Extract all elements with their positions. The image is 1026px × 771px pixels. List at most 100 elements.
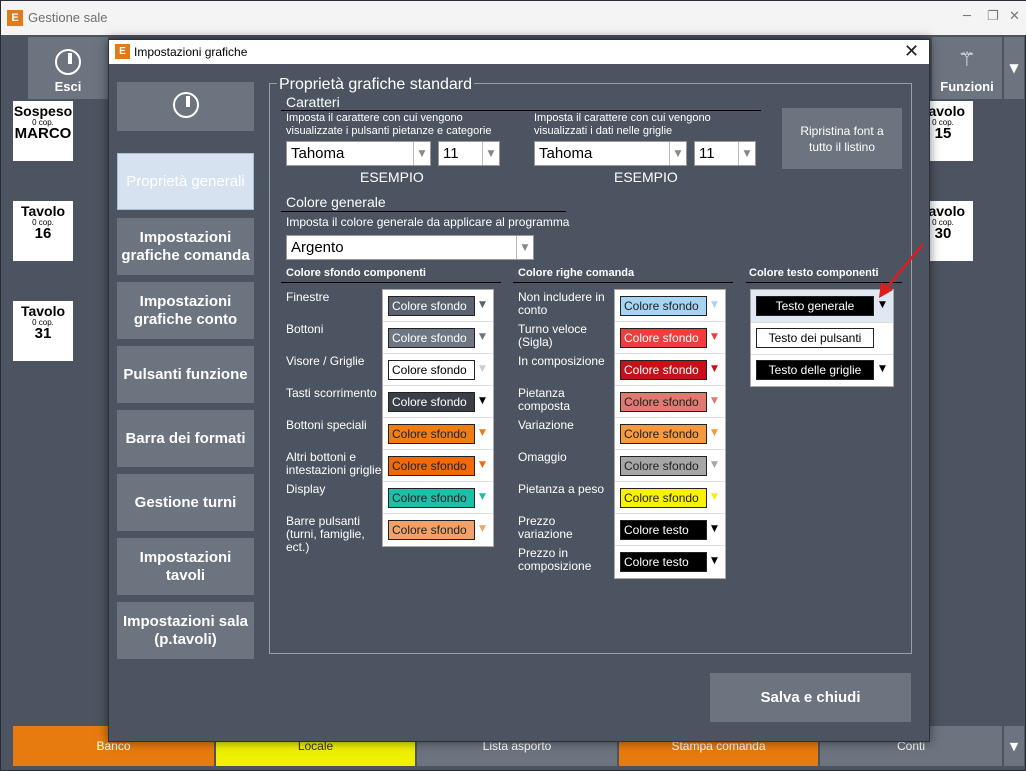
nav-proprieta-generali[interactable]: Proprietà generali: [117, 153, 254, 210]
chevron-down-icon[interactable]: ▼: [479, 492, 486, 502]
buttons-font-select[interactable]: Tahoma ▼: [286, 141, 431, 166]
grid-font-example: ESEMPIO: [614, 169, 678, 185]
color-swatch-bottoni[interactable]: Colore sfondo: [388, 328, 475, 348]
chevron-down-icon[interactable]: ▼: [711, 556, 718, 566]
nav-barra-dei-formati[interactable]: Barra dei formati: [117, 410, 254, 467]
chevron-down-icon: ▼: [669, 142, 686, 165]
grid-font-select[interactable]: Tahoma ▼: [534, 141, 687, 166]
row-label-bottoni: Bottoni: [286, 322, 324, 336]
buttons-size-select[interactable]: 11 ▼: [438, 141, 500, 166]
chevron-down-icon[interactable]: ▼: [711, 332, 718, 342]
color-swatch-altri-bottoni[interactable]: Colore sfondo: [388, 456, 475, 476]
color-swatch-display[interactable]: Colore sfondo: [388, 488, 475, 508]
buttons-font-value: Tahoma: [291, 145, 345, 162]
row-label-omaggio: Omaggio: [518, 450, 567, 464]
color-swatch-bottoni-speciali[interactable]: Colore sfondo: [388, 424, 475, 444]
chevron-down-icon[interactable]: ▼: [711, 300, 718, 310]
divider: [615, 481, 725, 482]
group-title: Proprietà grafiche standard: [277, 76, 474, 94]
restore-icon[interactable]: ❐: [987, 9, 999, 24]
chevron-down-icon[interactable]: ▼: [479, 460, 486, 470]
funzioni-button[interactable]: ⚚ Funzioni: [932, 37, 1002, 99]
color-swatch-barre-pulsanti[interactable]: Colore sfondo: [388, 520, 475, 540]
row-label-bottoni-speciali: Bottoni speciali: [286, 418, 367, 432]
nav-impostazioni-sala[interactable]: Impostazioni sala (p.tavoli): [117, 602, 254, 659]
table-number: MARCO: [14, 125, 72, 142]
color-swatch-pietanza-composta[interactable]: Colore sfondo: [620, 392, 707, 412]
chevron-down-icon[interactable]: ▼: [711, 492, 718, 502]
chevron-down-icon[interactable]: ▼: [479, 332, 486, 342]
row-label-pietanza-composta: Pietanza composta: [518, 386, 571, 413]
chevron-down-icon[interactable]: ▼: [479, 428, 486, 438]
color-swatch-turno-veloce[interactable]: Colore sfondo: [620, 328, 707, 348]
divider: [615, 417, 725, 418]
divider: [751, 354, 893, 355]
nav-pulsanti-funzione[interactable]: Pulsanti funzione: [117, 346, 254, 403]
dialog-title: Impostazioni grafiche: [134, 45, 248, 59]
funzioni-dropdown-arrow[interactable]: ▼: [1004, 37, 1024, 99]
grid-font-desc: Imposta il carattere con cui vengono vis…: [534, 112, 711, 137]
nav-impostazioni-grafiche-conto[interactable]: Impostazioni grafiche conto: [117, 282, 254, 339]
row-label-non-includere: Non includere in conto: [518, 290, 605, 317]
chevron-down-icon[interactable]: ▼: [711, 396, 718, 406]
divider: [383, 321, 493, 322]
grid-size-value: 11: [699, 145, 715, 162]
color-swatch-testo-generale[interactable]: Testo generale: [756, 296, 874, 316]
color-swatch-finestre[interactable]: Colore sfondo: [388, 296, 475, 316]
row-label-barre-pulsanti: Barre pulsanti (turni, famiglie, ect.): [286, 514, 365, 554]
row-label-prezzo-composizione: Prezzo in composizione: [518, 546, 592, 573]
color-swatch-tasti-scorrimento[interactable]: Colore sfondo: [388, 392, 475, 412]
grid-size-select[interactable]: 11 ▼: [694, 141, 756, 166]
color-swatch-non-includere[interactable]: Colore sfondo: [620, 296, 707, 316]
divider: [383, 385, 493, 386]
nav-impostazioni-tavoli[interactable]: Impostazioni tavoli: [117, 538, 254, 595]
caratteri-title: Caratteri: [286, 94, 340, 110]
chevron-down-icon[interactable]: ▼: [711, 524, 718, 534]
chevron-down-icon[interactable]: ▼: [479, 300, 486, 310]
divider: [615, 353, 725, 354]
buttons-font-example: ESEMPIO: [360, 169, 424, 185]
nav-gestione-turni[interactable]: Gestione turni: [117, 474, 254, 531]
color-swatch-testo-pulsanti[interactable]: Testo dei pulsanti: [756, 328, 874, 348]
settings-dialog: E Impostazioni grafiche ✕ Proprietà gene…: [108, 39, 930, 742]
sfondo-componenti-divider: [281, 282, 501, 283]
color-swatch-testo-griglie[interactable]: Testo delle griglie: [756, 360, 874, 380]
chevron-down-icon[interactable]: ▼: [711, 460, 718, 470]
divider: [383, 353, 493, 354]
table-card[interactable]: Tavolo 0 cop. 31: [13, 301, 73, 361]
table-number: 31: [34, 325, 52, 342]
table-card[interactable]: Tavolo 0 cop. 16: [13, 201, 73, 261]
reset-font-button[interactable]: Ripristina font a tutto il listino: [782, 108, 902, 169]
chevron-down-icon: ▼: [482, 142, 499, 165]
color-swatch-pietanza-peso[interactable]: Colore sfondo: [620, 488, 707, 508]
divider: [383, 513, 493, 514]
row-label-pietanza-peso: Pietanza a peso: [518, 482, 605, 496]
chevron-down-icon[interactable]: ▼: [479, 524, 486, 534]
chevron-down-icon[interactable]: ▼: [711, 428, 718, 438]
color-swatch-visore[interactable]: Colore sfondo: [388, 360, 475, 380]
color-swatch-prezzo-composizione[interactable]: Colore testo: [620, 552, 707, 572]
row-label-variazione: Variazione: [518, 418, 574, 432]
app-logo-icon: E: [7, 10, 23, 26]
color-swatch-omaggio[interactable]: Colore sfondo: [620, 456, 707, 476]
save-and-close-button[interactable]: Salva e chiudi: [710, 673, 911, 722]
close-icon[interactable]: ✕: [1009, 9, 1020, 24]
chevron-down-icon[interactable]: ▼: [711, 364, 718, 374]
nav-impostazioni-grafiche-comanda[interactable]: Impostazioni grafiche comanda: [117, 218, 254, 275]
minimize-icon[interactable]: ─: [963, 9, 971, 24]
color-swatch-in-composizione[interactable]: Colore sfondo: [620, 360, 707, 380]
chevron-down-icon[interactable]: ▼: [879, 364, 886, 374]
bottom-bar-arrow[interactable]: ▼: [1004, 726, 1024, 766]
color-swatch-variazione[interactable]: Colore sfondo: [620, 424, 707, 444]
nav-exit-button[interactable]: [117, 82, 254, 131]
chevron-down-icon[interactable]: ▼: [479, 396, 486, 406]
general-color-select[interactable]: Argento ▼: [286, 235, 534, 260]
esci-button[interactable]: Esci: [28, 37, 108, 99]
dialog-close-icon[interactable]: ✕: [904, 41, 919, 62]
chevron-down-icon[interactable]: ▼: [479, 364, 486, 374]
table-card[interactable]: Sospeso 0 cop. MARCO: [13, 101, 73, 161]
general-color-value: Argento: [291, 239, 344, 256]
testo-componenti-title: Colore testo componenti: [749, 267, 879, 279]
colore-generale-title: Colore generale: [286, 194, 386, 210]
color-swatch-prezzo-variazione[interactable]: Colore testo: [620, 520, 707, 540]
